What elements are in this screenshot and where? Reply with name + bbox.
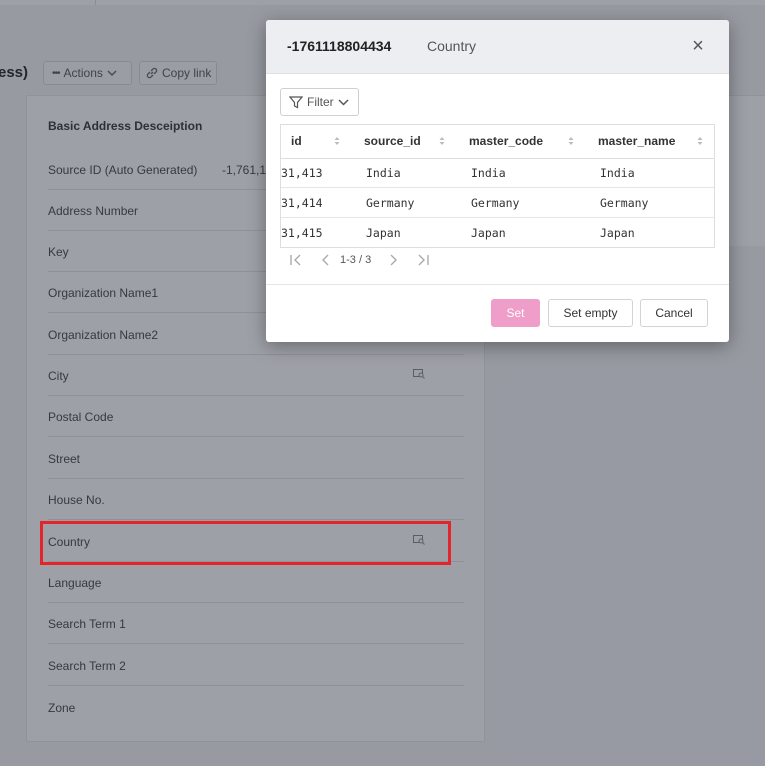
previous-page-icon[interactable] xyxy=(318,252,334,268)
cell-id: 31,413 xyxy=(281,166,323,180)
last-page-icon[interactable] xyxy=(415,252,431,268)
dialog-header: -1761118804434 Country × xyxy=(266,20,729,74)
cell-id: 31,415 xyxy=(281,226,323,240)
cell-source-id: Germany xyxy=(366,196,415,210)
table-header: id source_id master_code master_name xyxy=(281,125,714,159)
country-lookup-dialog: -1761118804434 Country × Filter id sourc… xyxy=(266,20,729,342)
cell-master-name: India xyxy=(600,166,635,180)
dialog-footer-divider xyxy=(266,284,729,285)
filter-button[interactable]: Filter xyxy=(280,88,359,116)
filter-label: Filter xyxy=(307,95,334,109)
chevron-down-icon xyxy=(338,99,349,106)
first-page-icon[interactable] xyxy=(288,252,304,268)
table-row[interactable]: 31,413 India India India xyxy=(281,158,714,188)
set-empty-button[interactable]: Set empty xyxy=(548,299,633,327)
column-header-id[interactable]: id xyxy=(291,134,302,148)
filter-icon xyxy=(289,95,303,108)
cell-id: 31,414 xyxy=(281,196,323,210)
sort-icon[interactable] xyxy=(697,136,703,146)
cell-master-name: Germany xyxy=(600,196,649,210)
cell-master-code: India xyxy=(471,166,506,180)
column-header-master-name[interactable]: master_name xyxy=(598,134,675,148)
sort-icon[interactable] xyxy=(568,136,574,146)
close-icon[interactable]: × xyxy=(687,36,709,58)
country-table: id source_id master_code master_name 31,… xyxy=(280,124,715,248)
sort-icon[interactable] xyxy=(334,136,340,146)
country-row-highlight xyxy=(40,521,451,565)
dialog-record-id: -1761118804434 xyxy=(287,38,392,54)
cell-master-code: Japan xyxy=(471,226,506,240)
cancel-button[interactable]: Cancel xyxy=(640,299,708,327)
column-header-master-code[interactable]: master_code xyxy=(469,134,543,148)
column-header-source-id[interactable]: source_id xyxy=(364,134,421,148)
sort-icon[interactable] xyxy=(439,136,445,146)
set-button[interactable]: Set xyxy=(491,299,540,327)
cell-master-name: Japan xyxy=(600,226,635,240)
next-page-icon[interactable] xyxy=(385,252,401,268)
cell-source-id: India xyxy=(366,166,401,180)
cell-master-code: Germany xyxy=(471,196,520,210)
cell-source-id: Japan xyxy=(366,226,401,240)
dialog-title: Country xyxy=(427,38,477,54)
pagination-info: 1-3 / 3 xyxy=(340,254,372,266)
table-row[interactable]: 31,415 Japan Japan Japan xyxy=(281,218,714,248)
table-row[interactable]: 31,414 Germany Germany Germany xyxy=(281,188,714,218)
pagination: 1-3 / 3 xyxy=(288,250,431,270)
